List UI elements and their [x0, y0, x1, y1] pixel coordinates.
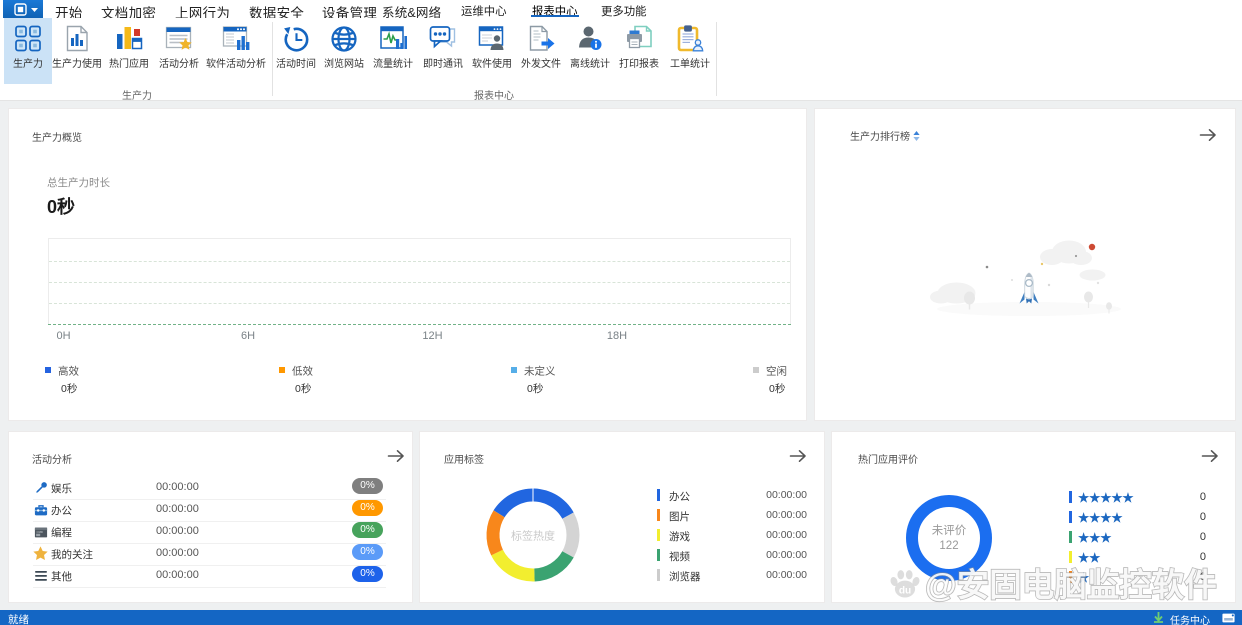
- svg-text:du: du: [899, 585, 911, 596]
- svg-text:122: 122: [939, 540, 958, 552]
- svg-text:未评价: 未评价: [932, 524, 967, 537]
- svg-text:@安固电脑监控软件: @安固电脑监控软件: [925, 567, 1217, 603]
- svg-text:CMD: CMD: [37, 529, 43, 533]
- svg-text:标签热度: 标签热度: [511, 529, 555, 543]
